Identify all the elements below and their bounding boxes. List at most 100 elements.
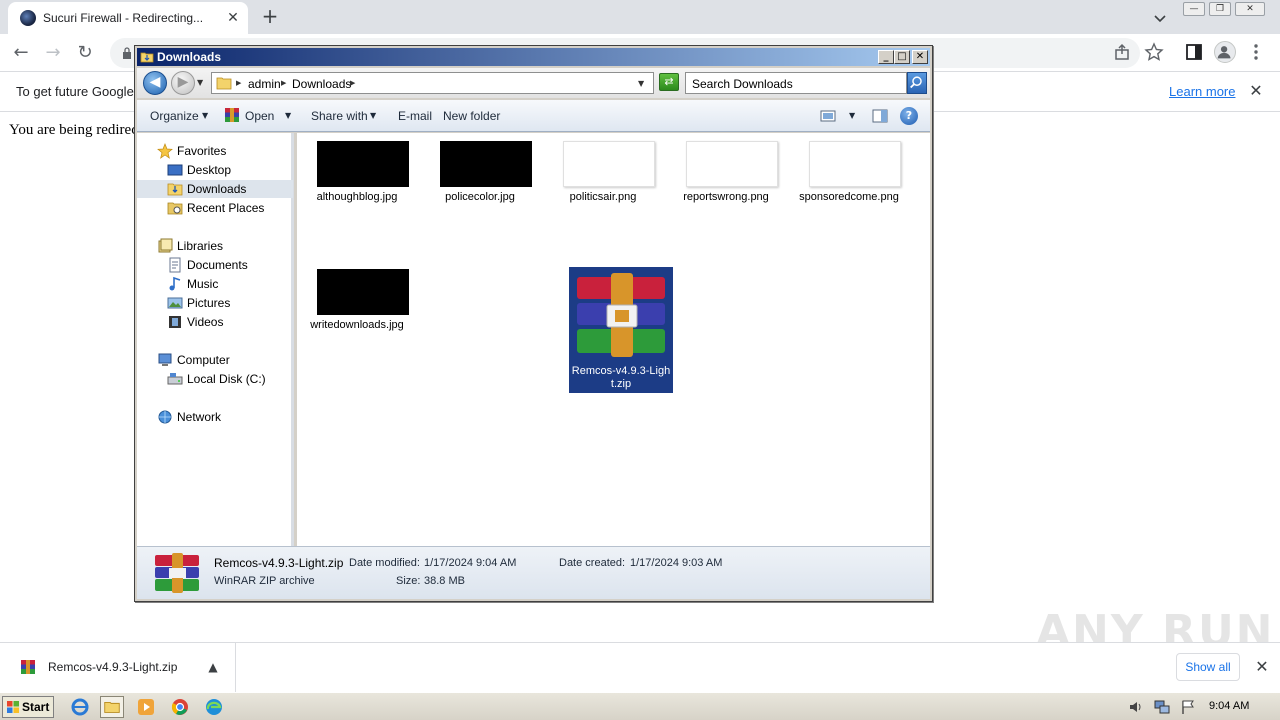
forward-arrow-icon[interactable]: ▶ bbox=[171, 71, 195, 95]
profile-avatar[interactable] bbox=[1214, 41, 1236, 63]
search-placeholder: Search Downloads bbox=[692, 77, 793, 91]
reload-button[interactable]: ↻ bbox=[72, 40, 98, 66]
infobar-message: To get future Google bbox=[16, 84, 134, 99]
file-tile[interactable]: sponsoredcome.png bbox=[797, 133, 901, 261]
side-panel-icon[interactable] bbox=[1184, 42, 1204, 62]
edge-icon[interactable] bbox=[202, 696, 226, 718]
refresh-icon[interactable]: ⇄ bbox=[659, 73, 679, 91]
nav-label: Favorites bbox=[177, 144, 227, 158]
back-button[interactable]: ← bbox=[8, 40, 34, 66]
file-thumbnail bbox=[563, 141, 655, 187]
file-tile[interactable]: althoughblog.jpg bbox=[305, 133, 409, 261]
more-menu-icon[interactable] bbox=[1246, 42, 1266, 62]
breadcrumb-arrow-icon[interactable]: ▶ bbox=[281, 79, 286, 87]
search-icon[interactable] bbox=[907, 72, 927, 94]
organize-button[interactable]: Organize bbox=[150, 109, 199, 123]
file-tile[interactable]: writedownloads.jpg bbox=[305, 261, 409, 389]
open-button[interactable]: Open bbox=[245, 109, 274, 123]
page-body-text: You are being redirec bbox=[9, 122, 138, 138]
new-folder-button[interactable]: New folder bbox=[443, 109, 500, 123]
chrome-minimize-button[interactable]: — bbox=[1183, 2, 1205, 16]
breadcrumb-arrow-icon[interactable]: ▶ bbox=[236, 79, 241, 87]
infobar-close-icon[interactable]: ✕ bbox=[1246, 81, 1266, 101]
minimize-button[interactable]: _ bbox=[878, 50, 894, 64]
email-button[interactable]: E-mail bbox=[398, 109, 432, 123]
chrome-close-button[interactable]: ✕ bbox=[1235, 2, 1265, 16]
maximize-button[interactable]: □ bbox=[894, 50, 910, 64]
share-with-button[interactable]: Share with bbox=[311, 109, 368, 123]
pictures-icon bbox=[167, 297, 183, 309]
music-icon bbox=[169, 276, 181, 291]
hard-drive-icon bbox=[167, 373, 183, 385]
tab-close-icon[interactable]: ✕ bbox=[224, 9, 242, 27]
chrome-icon[interactable] bbox=[168, 696, 192, 718]
forward-button[interactable]: → bbox=[40, 40, 66, 66]
nav-label: Documents bbox=[187, 258, 248, 272]
file-thumbnail bbox=[317, 141, 409, 187]
winrar-archive-icon bbox=[155, 553, 199, 593]
file-name: Remcos-v4.9.3-Light.zip bbox=[571, 365, 671, 390]
file-tile[interactable]: reportswrong.png bbox=[674, 133, 778, 261]
clock: 9:04 AM bbox=[1209, 700, 1250, 712]
explorer-address-bar: ◀ ▶ ▼ ▶ admin ▶ Downloads ▶ ▼ ⇄ Search D… bbox=[137, 68, 930, 98]
show-all-button[interactable]: Show all bbox=[1176, 653, 1240, 681]
nav-label: Music bbox=[187, 277, 219, 291]
window-title: Downloads bbox=[157, 50, 222, 64]
chrome-restore-button[interactable]: ❐ bbox=[1209, 2, 1231, 16]
file-name: reportswrong.png bbox=[683, 191, 769, 203]
nav-label: Downloads bbox=[187, 182, 247, 196]
explorer-titlebar[interactable]: Downloads _ □ ✕ bbox=[137, 48, 930, 66]
shelf-close-icon[interactable]: ✕ bbox=[1252, 657, 1272, 677]
organize-dropdown-icon[interactable]: ▼ bbox=[202, 111, 208, 120]
help-icon[interactable]: ? bbox=[900, 107, 918, 125]
media-player-icon[interactable] bbox=[134, 696, 158, 718]
download-item[interactable]: Remcos-v4.9.3-Light.zip ▲ bbox=[0, 643, 236, 693]
volume-icon[interactable] bbox=[1128, 699, 1144, 715]
breadcrumb-arrow-icon[interactable]: ▶ bbox=[350, 79, 355, 87]
nav-label: Computer bbox=[177, 353, 230, 367]
file-tile[interactable]: policecolor.jpg bbox=[428, 133, 532, 261]
action-center-flag-icon[interactable] bbox=[1180, 699, 1196, 715]
lock-icon bbox=[123, 47, 131, 59]
view-dropdown-icon[interactable]: ▼ bbox=[849, 111, 855, 120]
file-thumbnail bbox=[317, 269, 409, 315]
file-tile-selected[interactable]: Remcos-v4.9.3-Light.zip bbox=[569, 267, 673, 393]
download-file-name: Remcos-v4.9.3-Light.zip bbox=[48, 660, 178, 674]
back-arrow-icon[interactable]: ◀ bbox=[143, 71, 167, 95]
file-name: althoughblog.jpg bbox=[316, 191, 398, 203]
network-tray-icon[interactable] bbox=[1154, 699, 1170, 715]
close-button[interactable]: ✕ bbox=[912, 50, 928, 64]
browser-tab[interactable]: Sucuri Firewall - Redirecting... ✕ bbox=[8, 2, 248, 34]
breadcrumb-admin[interactable]: admin bbox=[248, 77, 281, 91]
share-dropdown-icon[interactable]: ▼ bbox=[370, 111, 376, 120]
nav-label: Libraries bbox=[177, 239, 224, 253]
start-button[interactable]: Start bbox=[2, 696, 54, 718]
path-dropdown-icon[interactable]: ▼ bbox=[638, 79, 644, 88]
libraries-icon bbox=[158, 238, 173, 253]
new-tab-button[interactable]: + bbox=[258, 5, 282, 29]
learn-more-link[interactable]: Learn more bbox=[1169, 84, 1235, 99]
nav-label: Local Disk (C:) bbox=[187, 372, 266, 386]
open-dropdown-icon[interactable]: ▼ bbox=[285, 111, 291, 120]
details-pane: Remcos-v4.9.3-Light.zip WinRAR ZIP archi… bbox=[137, 546, 930, 599]
taskbar: Start 9:04 AM bbox=[0, 692, 1280, 720]
internet-explorer-icon[interactable] bbox=[68, 696, 92, 718]
history-dropdown-icon[interactable]: ▼ bbox=[197, 78, 203, 87]
nav-label: Pictures bbox=[187, 296, 231, 310]
explorer-folder-icon[interactable] bbox=[100, 696, 124, 718]
breadcrumb-downloads[interactable]: Downloads bbox=[292, 77, 351, 91]
browser-tabstrip: Sucuri Firewall - Redirecting... ✕ + — ❐… bbox=[0, 0, 1280, 34]
change-view-icon[interactable] bbox=[820, 109, 836, 123]
bookmark-star-icon[interactable] bbox=[1144, 42, 1164, 62]
detail-file-type: WinRAR ZIP archive bbox=[214, 575, 315, 587]
preview-pane-icon[interactable] bbox=[872, 108, 888, 124]
chevron-up-icon[interactable]: ▲ bbox=[203, 657, 223, 677]
search-input[interactable]: Search Downloads bbox=[685, 72, 907, 94]
file-thumbnail bbox=[809, 141, 901, 187]
file-tile[interactable]: politicsair.png bbox=[551, 133, 655, 261]
share-icon[interactable] bbox=[1112, 42, 1132, 62]
winrar-file-icon bbox=[21, 660, 35, 674]
tab-search-chevron-icon[interactable] bbox=[1150, 8, 1170, 28]
winrar-archive-icon bbox=[577, 273, 665, 357]
breadcrumb[interactable]: ▶ admin ▶ Downloads ▶ ▼ bbox=[211, 72, 654, 94]
